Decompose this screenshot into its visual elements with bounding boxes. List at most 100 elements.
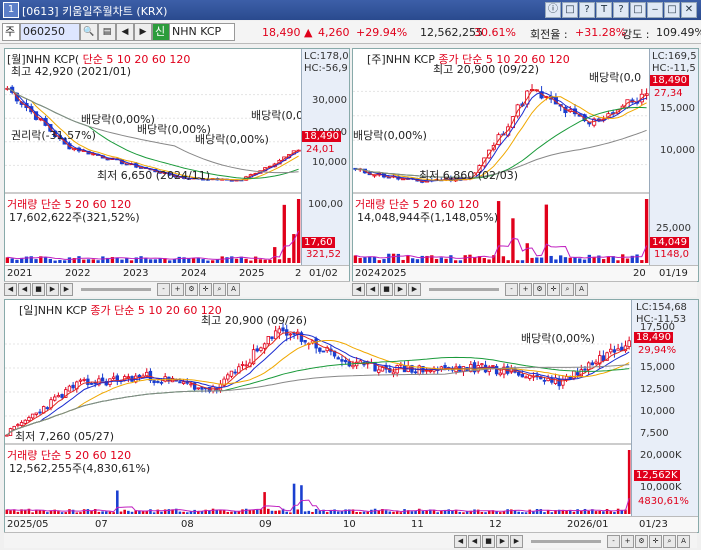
stock-code-input[interactable]: 060250 bbox=[20, 23, 80, 41]
volume-bar bbox=[82, 509, 86, 514]
play-button[interactable]: ▶ bbox=[496, 534, 509, 548]
first-button[interactable]: ◀ bbox=[352, 282, 365, 296]
price-change: 4,260 bbox=[318, 26, 350, 39]
stop-button[interactable]: ■ bbox=[482, 534, 495, 548]
settings-icon[interactable]: ⚙ bbox=[635, 534, 648, 548]
candle-body bbox=[516, 371, 521, 376]
zoom-out-button[interactable]: - bbox=[157, 282, 170, 296]
zoom-slider[interactable] bbox=[530, 539, 601, 543]
help-icon[interactable]: ? bbox=[579, 2, 595, 18]
play-button[interactable]: ▶ bbox=[46, 282, 59, 296]
candle-body bbox=[413, 371, 418, 374]
settings-icon[interactable]: ⚙ bbox=[533, 282, 546, 296]
search-icon[interactable]: 🔍 bbox=[80, 23, 98, 41]
volume-bar bbox=[358, 257, 362, 263]
volume-bar bbox=[535, 509, 539, 514]
zoom-in-button[interactable]: + bbox=[621, 534, 634, 548]
candle-body bbox=[594, 361, 598, 364]
prev-button[interactable]: ◀ bbox=[468, 534, 481, 548]
play-button[interactable]: ▶ bbox=[394, 282, 407, 296]
volume-bar bbox=[606, 256, 611, 263]
stop-button[interactable]: ■ bbox=[32, 282, 45, 296]
daily-xtick: 08 bbox=[181, 519, 194, 530]
daily-control-group: ◀ ◀ ■ ▶ ▶ - + ⚙ ✛ ⌕ A bbox=[454, 534, 691, 548]
monthly-xtick: 2024 bbox=[181, 268, 207, 279]
zoom-in-button[interactable]: + bbox=[171, 282, 184, 296]
settings-icon[interactable]: ⚙ bbox=[185, 282, 198, 296]
maximize-icon[interactable]: □ bbox=[664, 2, 680, 18]
question-icon[interactable]: ? bbox=[613, 2, 629, 18]
volume-bar bbox=[189, 511, 193, 514]
magnifier-icon[interactable]: ⌕ bbox=[561, 282, 574, 296]
candle-body bbox=[542, 379, 547, 382]
crosshair-icon[interactable]: ✛ bbox=[547, 282, 560, 296]
zoom-in-button[interactable]: + bbox=[519, 282, 532, 296]
volume-bar bbox=[160, 511, 163, 514]
crosshair-icon[interactable]: ✛ bbox=[199, 282, 212, 296]
weekly-vol-ytick: 25,000 bbox=[656, 223, 691, 234]
last-button[interactable]: ▶ bbox=[408, 282, 421, 296]
weekly-chart-panel: [주]NHN KCP 종가 단순 5 10 20 60 120 최고 20,90… bbox=[352, 48, 699, 282]
weekly-xtick: 2024 bbox=[355, 268, 381, 279]
next-icon[interactable]: ▶ bbox=[134, 23, 152, 41]
candle-body bbox=[480, 363, 484, 366]
text-size-button[interactable]: A bbox=[677, 534, 690, 548]
volume-bar bbox=[353, 255, 358, 263]
daily-xtick: 10 bbox=[343, 519, 356, 530]
volume-bar bbox=[191, 258, 196, 263]
text-size-button[interactable]: A bbox=[575, 282, 588, 296]
volume-bar bbox=[363, 257, 367, 263]
daily-xtick: 2025/05 bbox=[7, 519, 49, 530]
text-icon[interactable]: T bbox=[596, 2, 612, 18]
candle-body bbox=[520, 374, 525, 378]
minimize-icon[interactable]: ‒ bbox=[647, 2, 663, 18]
first-button[interactable]: ◀ bbox=[454, 534, 467, 548]
volume-bar bbox=[101, 511, 104, 514]
market-select[interactable]: 주 bbox=[2, 23, 20, 41]
zoom-slider[interactable] bbox=[80, 287, 151, 291]
candle-body bbox=[145, 371, 149, 377]
volume-bar bbox=[359, 511, 362, 514]
prev-icon[interactable]: ◀ bbox=[116, 23, 134, 41]
volume-bar bbox=[38, 510, 42, 514]
volume-bar bbox=[168, 260, 172, 263]
zoom-slider[interactable] bbox=[428, 287, 499, 291]
candle-body bbox=[34, 412, 38, 415]
candle-body bbox=[189, 383, 193, 386]
info-icon[interactable]: ⓘ bbox=[545, 2, 561, 18]
volume-bar bbox=[287, 257, 291, 263]
monthly-chart-svg[interactable] bbox=[5, 49, 301, 265]
volume-bar bbox=[303, 511, 307, 514]
prev-button[interactable]: ◀ bbox=[366, 282, 379, 296]
magnifier-icon[interactable]: ⌕ bbox=[663, 534, 676, 548]
close-icon[interactable]: ✕ bbox=[681, 2, 697, 18]
monthly-vol-tag: 17,60 bbox=[302, 237, 335, 248]
volume-bar bbox=[296, 509, 300, 514]
volume-bar bbox=[68, 509, 71, 514]
volume-bar bbox=[568, 257, 572, 263]
text-size-button[interactable]: A bbox=[227, 282, 240, 296]
volume-bar bbox=[296, 199, 301, 263]
zoom-out-button[interactable]: - bbox=[505, 282, 518, 296]
first-button[interactable]: ◀ bbox=[4, 282, 17, 296]
volume-bar bbox=[501, 256, 506, 263]
magnifier-icon[interactable]: ⌕ bbox=[213, 282, 226, 296]
zoom-out-button[interactable]: - bbox=[607, 534, 620, 548]
volume-bar bbox=[273, 247, 277, 263]
candle-body bbox=[5, 434, 9, 437]
window-icon[interactable]: □ bbox=[562, 2, 578, 18]
weekly-dividend-1: 배당락(0,0 bbox=[589, 71, 642, 84]
stop-button[interactable]: ■ bbox=[380, 282, 393, 296]
last-button[interactable]: ▶ bbox=[60, 282, 73, 296]
chart-icon[interactable]: ▤ bbox=[98, 23, 116, 41]
volume-bar bbox=[91, 259, 95, 263]
weekly-ytick: 15,000 bbox=[660, 103, 695, 114]
monthly-lc: LC:178,0 bbox=[304, 51, 349, 62]
volume-bar bbox=[525, 243, 529, 263]
prev-button[interactable]: ◀ bbox=[18, 282, 31, 296]
candle-body bbox=[159, 381, 164, 384]
daily-controls: ◀ ◀ ■ ▶ ▶ - + ⚙ ✛ ⌕ A bbox=[4, 532, 697, 548]
restore-icon[interactable]: □ bbox=[630, 2, 646, 18]
last-button[interactable]: ▶ bbox=[510, 534, 523, 548]
crosshair-icon[interactable]: ✛ bbox=[649, 534, 662, 548]
